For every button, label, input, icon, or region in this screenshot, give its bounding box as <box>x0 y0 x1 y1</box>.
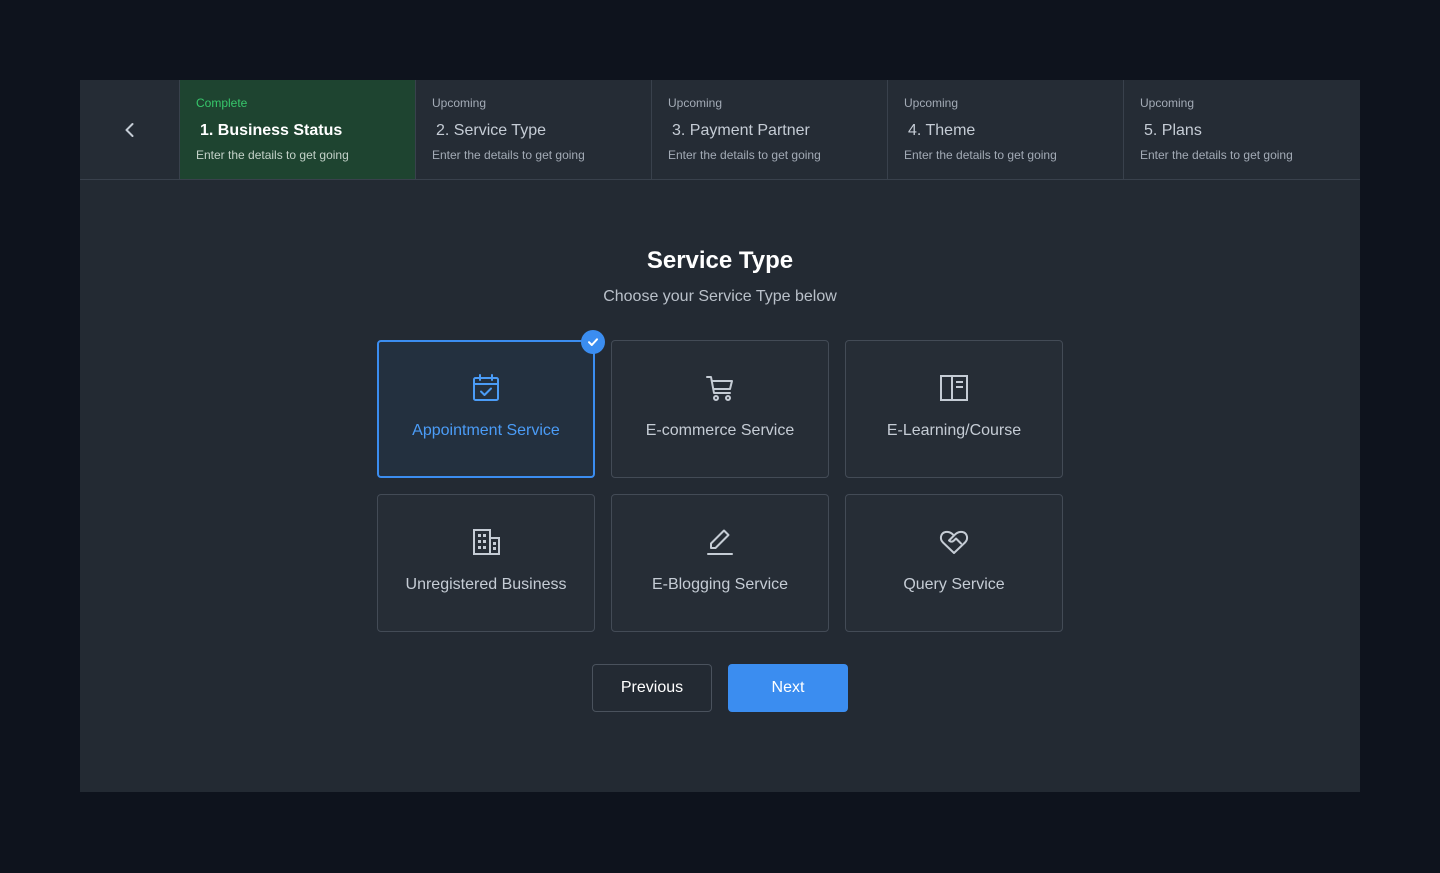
step-service-type[interactable]: Upcoming 2. Service Type Enter the detai… <box>416 80 652 179</box>
wizard-panel: Complete 1. Business Status Enter the de… <box>80 80 1360 792</box>
step-plans[interactable]: Upcoming 5. Plans Enter the details to g… <box>1124 80 1360 179</box>
service-card-label: E-commerce Service <box>645 422 795 439</box>
step-subtitle: Enter the details to get going <box>904 148 1057 162</box>
step-business-status[interactable]: Complete 1. Business Status Enter the de… <box>180 80 416 179</box>
step-status: Complete <box>196 96 248 110</box>
step-title: 3. Payment Partner <box>672 122 810 139</box>
building-icon <box>469 525 503 559</box>
service-card-label: Query Service <box>903 576 1005 593</box>
service-card-label: E-Learning/Course <box>886 422 1022 439</box>
step-title: 4. Theme <box>908 122 976 139</box>
page-subtitle: Choose your Service Type below <box>603 288 837 305</box>
service-card-label: Appointment Service <box>412 422 560 439</box>
heart-handshake-icon <box>937 525 971 559</box>
step-status: Upcoming <box>1140 96 1195 110</box>
service-card-eblogging[interactable]: E-Blogging Service <box>611 494 829 632</box>
wizard-actions: Previous Next <box>592 664 848 712</box>
service-card-label: E-Blogging Service <box>651 576 789 593</box>
step-title: 5. Plans <box>1144 122 1202 139</box>
calendar-check-icon <box>469 371 503 405</box>
previous-button[interactable]: Previous <box>592 664 712 712</box>
next-button[interactable]: Next <box>728 664 848 712</box>
service-type-grid: Appointment Service E-commerce Service E… <box>377 330 1063 632</box>
step-payment-partner[interactable]: Upcoming 3. Payment Partner Enter the de… <box>652 80 888 179</box>
book-layout-icon <box>937 371 971 405</box>
step-subtitle: Enter the details to get going <box>432 148 585 162</box>
step-status: Upcoming <box>668 96 723 110</box>
step-title: 2. Service Type <box>436 122 546 139</box>
service-card-elearning[interactable]: E-Learning/Course <box>845 340 1063 478</box>
service-card-query[interactable]: Query Service <box>845 494 1063 632</box>
selected-check-icon <box>581 330 605 354</box>
back-button[interactable] <box>80 80 180 179</box>
step-status: Upcoming <box>432 96 487 110</box>
chevron-left-icon <box>125 122 133 137</box>
service-card-appointment[interactable]: Appointment Service <box>377 330 605 478</box>
step-subtitle: Enter the details to get going <box>196 148 349 162</box>
step-theme[interactable]: Upcoming 4. Theme Enter the details to g… <box>888 80 1124 179</box>
shopping-cart-icon <box>703 371 737 405</box>
stepper: Complete 1. Business Status Enter the de… <box>80 80 1360 180</box>
page-title: Service Type <box>646 247 794 274</box>
step-subtitle: Enter the details to get going <box>668 148 821 162</box>
step-title: 1. Business Status <box>200 122 343 139</box>
service-card-label: Unregistered Business <box>405 576 567 593</box>
pencil-edit-icon <box>703 525 737 559</box>
step-status: Upcoming <box>904 96 959 110</box>
step-subtitle: Enter the details to get going <box>1140 148 1293 162</box>
service-card-ecommerce[interactable]: E-commerce Service <box>611 340 829 478</box>
service-card-unregistered[interactable]: Unregistered Business <box>377 494 595 632</box>
